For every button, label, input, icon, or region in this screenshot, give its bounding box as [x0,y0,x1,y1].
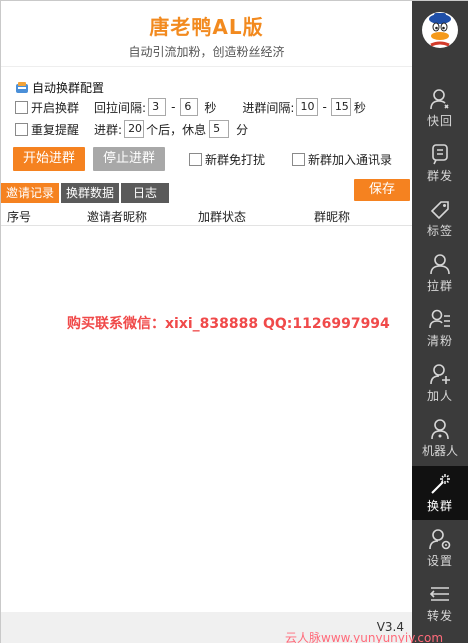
sidebar-item-label: 群发 [426,169,453,183]
pull-max-input[interactable]: 6 [180,98,199,116]
sidebar-item-label: 设置 [426,554,453,568]
repeat-remind-checkbox[interactable] [15,122,28,136]
tab-log[interactable]: 日志 [121,183,170,203]
join-interval-label: 进群间隔: [242,100,295,115]
sidebar-item-label: 标签 [426,224,453,238]
add-person-icon [430,364,450,385]
sidebar-item-forward[interactable]: 转发 [412,576,468,630]
sidebar-item-tags[interactable]: 标签 [412,191,468,245]
open-group-label: 开启换群 [31,100,80,115]
record-tabs: 邀请记录 换群数据 日志 [1,183,171,203]
table-header: 序号 邀请者昵称 加群状态 群昵称 [1,204,412,226]
repeat-remind-label: 重复提醒 [31,122,80,137]
start-join-button[interactable]: 开始进群 [13,147,85,171]
join-dash: - [322,100,327,114]
save-button[interactable]: 保存 [354,179,410,201]
sidebar-item-robot[interactable]: 机器人 [412,411,468,465]
sidebar-item-label: 换群 [426,499,453,513]
join-min-input[interactable]: 10 [296,98,319,116]
rest-unit: 分 [236,122,249,137]
magic-wand-icon [431,474,450,494]
rest-input[interactable]: 5 [209,120,230,138]
add-contacts-option: 新群加入通讯录 [292,149,392,169]
settings-icon [429,529,451,550]
site-credit: 云人脉www.yunyunyiy.com [285,631,444,643]
section-title-label: 自动换群配置 [32,81,105,95]
join-unit: 秒 [353,100,366,115]
app-title: 唐老鸭AL版 [149,15,264,39]
column-header: 群昵称 [314,210,351,224]
sidebar-item-label: 加人 [426,389,453,403]
join-max-input[interactable]: 15 [330,98,351,116]
column-header: 序号 [7,210,32,224]
header: 唐老鸭AL版 自动引流加粉，创造粉丝经济 [1,1,412,67]
stop-join-button[interactable]: 停止进群 [93,147,165,171]
join-count-input[interactable]: 20 [124,120,145,138]
sidebar-item-label: 机器人 [421,444,458,458]
pull-unit: 秒 [204,100,217,115]
tab-invite-records[interactable]: 邀请记录 [1,183,60,203]
column-header: 加群状态 [198,210,247,224]
sidebar-item-label: 拉群 [426,279,453,293]
sidebar-item-pull-group[interactable]: 拉群 [412,246,468,300]
config-icon [15,81,30,94]
sidebar-item-settings[interactable]: 设置 [412,521,468,575]
sidebar-item-add-person[interactable]: 加人 [412,356,468,410]
pull-min-input[interactable]: 3 [148,98,167,116]
rest-label: 个后，休息 [146,122,207,137]
sidebar-item-switch-group[interactable]: 换群 [412,466,468,520]
forward-icon [429,587,449,601]
avatar [421,11,459,49]
sidebar-item-clean-fans[interactable]: 清粉 [412,301,468,355]
duck-logo-icon [422,12,458,48]
open-group-checkbox[interactable] [15,100,28,114]
no-disturb-option: 新群免打扰 [189,149,265,169]
sidebar-item-mass-send[interactable]: 群发 [412,136,468,190]
quick-reply-icon [430,89,449,110]
sidebar-item-quick-reply[interactable]: 快回 [412,81,468,135]
pull-interval-label: 回拉间隔: [94,100,147,115]
app-window: 唐老鸭AL版 自动引流加粉，创造粉丝经济 自动换群配置 开启换群 回拉间隔: 3… [0,0,468,643]
sidebar-item-label: 快回 [426,114,453,128]
clean-fans-icon [429,309,450,329]
tag-icon [430,201,449,220]
sidebar-item-label: 转发 [426,609,453,623]
column-header: 邀请者昵称 [87,210,148,224]
pull-group-icon [430,254,450,275]
tab-switch-data[interactable]: 换群数据 [61,183,120,203]
add-contacts-label: 新群加入通讯录 [308,152,393,167]
robot-icon [431,419,449,440]
pull-dash: - [171,100,176,114]
contact-watermark: 购买联系微信：xixi_838888 QQ:1126997994 [67,316,390,332]
join-after-label: 进群: [94,122,123,137]
sidebar: 快回 群发 标签 拉群 清粉 加人 机器人 换群 设置 转发 [412,1,468,643]
no-disturb-checkbox[interactable] [189,152,202,166]
section-title: 自动换群配置 [15,79,104,96]
interval-row: 开启换群 回拉间隔: 3 - 6 秒 进群间隔: 10 - 15 秒 [15,97,366,117]
mass-send-icon [432,144,448,165]
app-subtitle: 自动引流加粉，创造粉丝经济 [128,45,285,59]
sidebar-item-label: 清粉 [426,334,453,348]
rest-row: 重复提醒 进群: 20 个后，休息 5 分 [15,119,248,139]
no-disturb-label: 新群免打扰 [205,152,266,167]
table-body [1,226,412,612]
add-contacts-checkbox[interactable] [292,152,305,166]
